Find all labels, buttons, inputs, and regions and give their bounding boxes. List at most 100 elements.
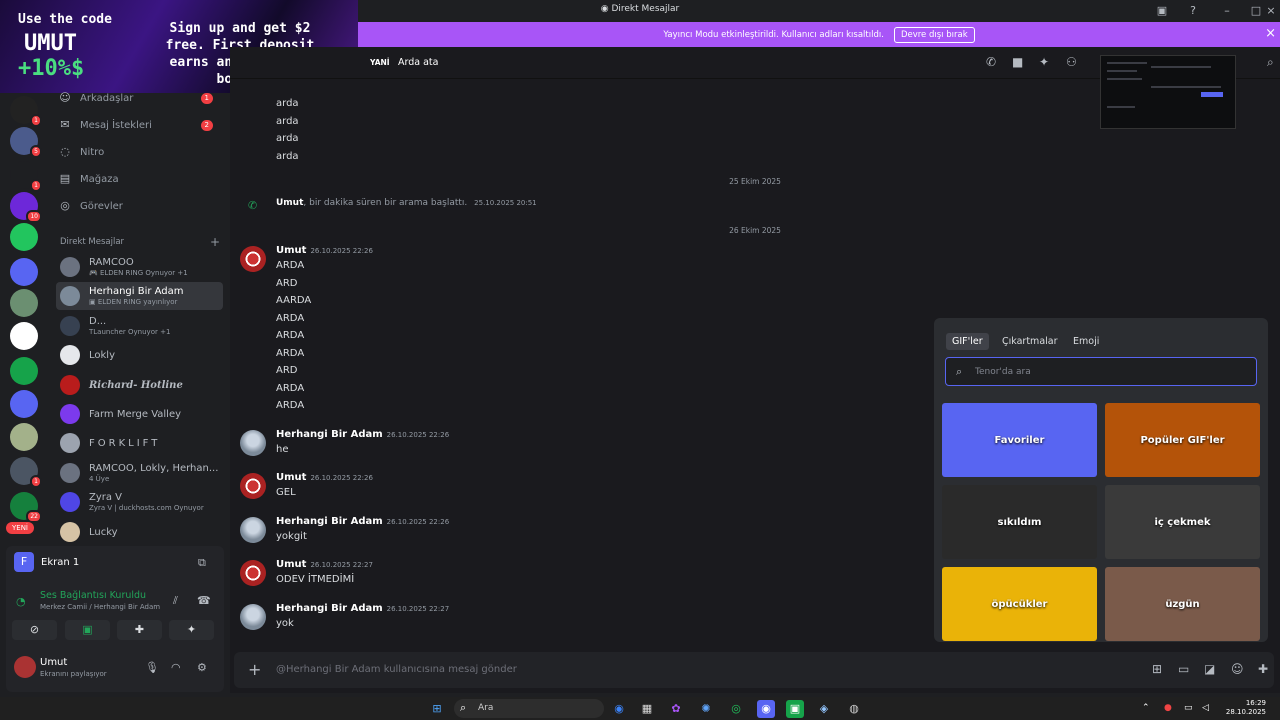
headphones-icon[interactable]: ◠ (171, 661, 181, 674)
new-badge[interactable]: YENİ (6, 522, 34, 534)
gif-category-tile[interactable]: sıkıldım (942, 485, 1097, 559)
message-author[interactable]: Umut 26.10.2025 22:26 (276, 472, 373, 483)
nav-item-friends[interactable]: ☺ Arkadaşlar 1 (58, 87, 223, 109)
call-user[interactable]: Umut (276, 198, 303, 208)
emoji-icon[interactable]: ☺ (1231, 662, 1244, 676)
avatar[interactable] (240, 246, 266, 272)
server-icon[interactable] (10, 289, 38, 317)
author-name[interactable]: Umut (276, 245, 306, 256)
activities-button[interactable]: ✚ (117, 620, 162, 640)
pin-icon[interactable]: ✦ (1039, 55, 1049, 69)
gif-tab[interactable]: Emoji (1067, 333, 1105, 350)
gif-category-tile[interactable]: Favoriler (942, 403, 1097, 477)
avatar[interactable] (240, 430, 266, 456)
taskbar-search[interactable]: ⌕ Ara (454, 699, 604, 718)
volume-icon[interactable]: ◁ (1202, 703, 1209, 713)
server-icon[interactable] (10, 258, 38, 286)
avatar[interactable] (240, 473, 266, 499)
server-icon[interactable]: 10 (10, 192, 42, 223)
server-icon[interactable]: 1 (10, 457, 42, 488)
message-input[interactable]: @Herhangi Bir Adam kullanıcısına mesaj g… (276, 664, 517, 675)
dm-item[interactable]: Lokly (56, 341, 223, 369)
help-icon[interactable]: ? (1186, 4, 1200, 18)
settings-gear-icon[interactable]: ⚙ (197, 661, 207, 674)
message-author[interactable]: Umut 26.10.2025 22:26 (276, 245, 373, 256)
gif-category-tile[interactable]: iç çekmek (1105, 485, 1260, 559)
server-icon[interactable]: 22 (10, 492, 42, 523)
app-icon[interactable]: ✺ (697, 700, 715, 718)
sticker-icon[interactable]: ◪ (1204, 662, 1215, 676)
message-author[interactable]: Herhangi Bir Adam 26.10.2025 22:27 (276, 603, 449, 614)
copilot-icon[interactable]: ✿ (667, 700, 685, 718)
nav-item-quests[interactable]: ◎ Görevler (58, 195, 223, 217)
author-name[interactable]: Herhangi Bir Adam (276, 603, 383, 614)
server-icon[interactable] (10, 322, 38, 350)
minimize-icon[interactable]: – (1220, 4, 1234, 18)
message-composer[interactable]: + @Herhangi Bir Adam kullanıcısına mesaj… (234, 652, 1274, 688)
server-icon[interactable]: 1 (10, 96, 42, 127)
microphone-icon[interactable]: 🎙 (145, 661, 159, 674)
nav-item-mail[interactable]: ✉ Mesaj İstekleri 2 (58, 114, 223, 136)
author-name[interactable]: Umut (276, 472, 306, 483)
gif-tab[interactable]: Çıkartmalar (996, 333, 1064, 350)
author-name[interactable]: Herhangi Bir Adam (276, 429, 383, 440)
voice-status[interactable]: Ses Bağlantısı Kuruldu (40, 590, 146, 601)
dm-item[interactable]: RAMCOO, Lokly, Herhan... 4 Üye (56, 459, 223, 487)
avatar[interactable] (240, 517, 266, 543)
noise-suppression-icon[interactable]: ⫽ (173, 594, 178, 608)
soundboard-button[interactable]: ✦ (169, 620, 214, 640)
add-friend-icon[interactable]: ⚇ (1066, 55, 1077, 69)
message-author[interactable]: Herhangi Bir Adam 26.10.2025 22:26 (276, 516, 449, 527)
nav-item-nitro[interactable]: ◌ Nitro (58, 141, 223, 163)
dm-item[interactable]: Richard- Hotline (56, 371, 223, 399)
gif-tab[interactable]: GIF'ler (946, 333, 989, 350)
search-icon[interactable]: ⌕ (1267, 55, 1274, 70)
windows-start-icon[interactable]: ⊞ (428, 700, 446, 718)
gif-icon[interactable]: ▭ (1178, 662, 1189, 676)
gif-search-input[interactable]: ⌕ Tenor'da ara (945, 357, 1257, 386)
obs-icon[interactable]: ◍ (845, 700, 863, 718)
nav-item-shop[interactable]: ▤ Mağaza (58, 168, 223, 190)
author-name[interactable]: Umut (276, 559, 306, 570)
author-name[interactable]: Herhangi Bir Adam (276, 516, 383, 527)
dm-item[interactable]: Lucky (56, 518, 223, 546)
gif-category-tile[interactable]: üzgün (1105, 567, 1260, 641)
dm-item[interactable]: D... TLauncher Oynuyor +1 (56, 312, 223, 340)
spotify-icon[interactable]: ◎ (727, 700, 745, 718)
popout-icon[interactable]: ⧉ (198, 556, 206, 570)
steam-icon[interactable]: ◈ (815, 700, 833, 718)
server-icon[interactable] (10, 423, 38, 451)
edge-icon[interactable]: ◉ (610, 700, 628, 718)
tray-chevron-icon[interactable]: ⌃ (1142, 703, 1150, 713)
dm-item[interactable]: RAMCOO 🎮 ELDEN RING Oynuyor +1 (56, 253, 223, 281)
app-icon[interactable]: ▣ (786, 700, 804, 718)
signal-icon[interactable]: ◔ (16, 595, 26, 608)
create-dm-icon[interactable]: + (210, 235, 220, 249)
mic-tray-icon[interactable]: ● (1164, 703, 1172, 713)
screen-preview-thumbnail[interactable] (1100, 55, 1236, 129)
inbox-icon[interactable]: ▣ (1155, 4, 1169, 18)
dm-item[interactable]: FORKLIFT (56, 429, 223, 457)
server-icon[interactable]: 5 (10, 127, 42, 158)
discord-taskbar-icon[interactable]: ◉ (757, 700, 775, 718)
server-icon[interactable]: 1 (10, 161, 42, 192)
apps-icon[interactable]: ✚ (1258, 662, 1268, 676)
close-window-icon[interactable]: × (1264, 4, 1278, 18)
server-icon[interactable] (10, 390, 38, 418)
message-author[interactable]: Herhangi Bir Adam 26.10.2025 22:26 (276, 429, 449, 440)
avatar[interactable] (240, 560, 266, 586)
user-name[interactable]: Umut (40, 657, 67, 668)
disable-streamer-mode-button[interactable]: Devre dışı bırak (893, 26, 975, 43)
screen-share-button[interactable]: ▣ (65, 620, 110, 640)
dm-item[interactable]: Farm Merge Valley (56, 400, 223, 428)
server-icon[interactable] (10, 357, 38, 385)
disconnect-icon[interactable]: ☎ (197, 594, 211, 607)
dm-item[interactable]: Zyra V Zyra V | duckhosts.com Oynuyor (56, 488, 223, 516)
avatar[interactable] (14, 656, 36, 678)
voice-call-icon[interactable]: ✆ (986, 55, 996, 69)
gif-category-tile[interactable]: öpücükler (942, 567, 1097, 641)
attach-plus-icon[interactable]: + (248, 660, 261, 679)
gif-category-tile[interactable]: Popüler GIF'ler (1105, 403, 1260, 477)
camera-button[interactable]: ⊘ (12, 620, 57, 640)
server-icon[interactable] (10, 223, 38, 251)
